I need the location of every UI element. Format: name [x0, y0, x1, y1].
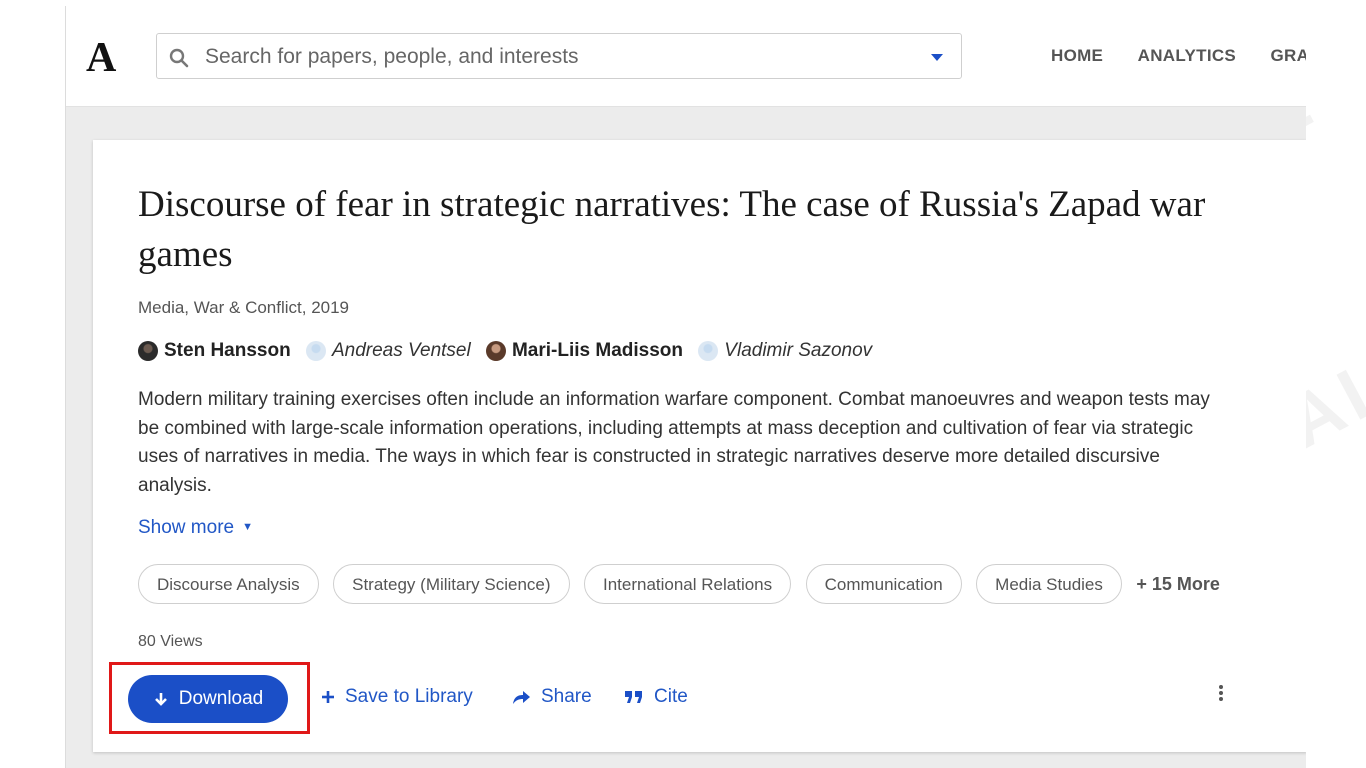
tag-international-relations[interactable]: International Relations: [583, 564, 792, 604]
author-item[interactable]: Andreas Ventsel: [305, 340, 471, 362]
nav-grants[interactable]: GRANT: [1271, 46, 1306, 66]
top-bar: A HOME ANALYTICS GRANT: [66, 6, 1306, 107]
avatar: [698, 341, 719, 361]
paper-card: Discourse of fear in strategic narrative…: [93, 140, 1306, 752]
cite-label: Cite: [654, 686, 688, 707]
author-name: Vladimir Sazonov: [724, 340, 873, 361]
share-button[interactable]: Share: [511, 686, 592, 708]
main-nav: HOME ANALYTICS GRANT: [1051, 46, 1306, 66]
avatar: [138, 341, 158, 361]
author-item[interactable]: Mari-Liis Madisson: [485, 340, 684, 362]
search-icon: [169, 48, 189, 68]
tag-discourse-analysis[interactable]: Discourse Analysis: [138, 564, 319, 604]
quote-icon: [625, 691, 642, 703]
author-item[interactable]: Vladimir Sazonov: [698, 340, 872, 362]
author-name: Mari-Liis Madisson: [511, 340, 684, 361]
avatar: [485, 341, 506, 361]
author-name: Sten Hansson: [164, 340, 291, 361]
author-name: Andreas Ventsel: [331, 340, 471, 361]
more-options-icon[interactable]: [1218, 685, 1224, 703]
tag-communication[interactable]: Communication: [805, 564, 962, 604]
nav-home[interactable]: HOME: [1051, 46, 1103, 66]
more-tags-link[interactable]: + 15 More: [1136, 574, 1220, 595]
cite-button[interactable]: Cite: [624, 686, 688, 708]
chevron-down-icon[interactable]: [931, 54, 943, 61]
research-interest-tags: Discourse Analysis Strategy (Military Sc…: [138, 564, 1220, 604]
search-input[interactable]: [203, 40, 907, 74]
caret-down-icon: ▼: [242, 521, 253, 533]
author-list: Sten Hansson Andreas Ventsel Mari-Liis M…: [138, 340, 882, 367]
paper-abstract: Modern military training exercises often…: [138, 389, 1210, 496]
tag-media-studies[interactable]: Media Studies: [976, 564, 1122, 604]
view-count: 80 Views: [138, 633, 203, 650]
paper-title: Discourse of fear in strategic narrative…: [138, 184, 1206, 275]
share-label: Share: [541, 686, 592, 707]
highlight-annotation: [109, 662, 310, 734]
save-to-library-button[interactable]: Save to Library: [321, 686, 473, 708]
save-label: Save to Library: [345, 686, 473, 707]
author-item[interactable]: Sten Hansson: [138, 340, 291, 362]
site-logo[interactable]: A: [86, 34, 116, 82]
plus-icon: [322, 691, 334, 703]
tag-strategy[interactable]: Strategy (Military Science): [333, 564, 570, 604]
avatar: [305, 341, 326, 361]
paper-venue: Media, War & Conflict, 2019: [138, 298, 350, 317]
show-more-label: Show more: [138, 517, 235, 538]
show-more-link[interactable]: Show more ▼: [138, 517, 253, 539]
search-box[interactable]: [156, 33, 962, 79]
share-icon: [513, 691, 530, 704]
browser-viewport: A HOME ANALYTICS GRANT Discourse of fear…: [65, 6, 1306, 768]
nav-analytics[interactable]: ANALYTICS: [1138, 46, 1236, 66]
